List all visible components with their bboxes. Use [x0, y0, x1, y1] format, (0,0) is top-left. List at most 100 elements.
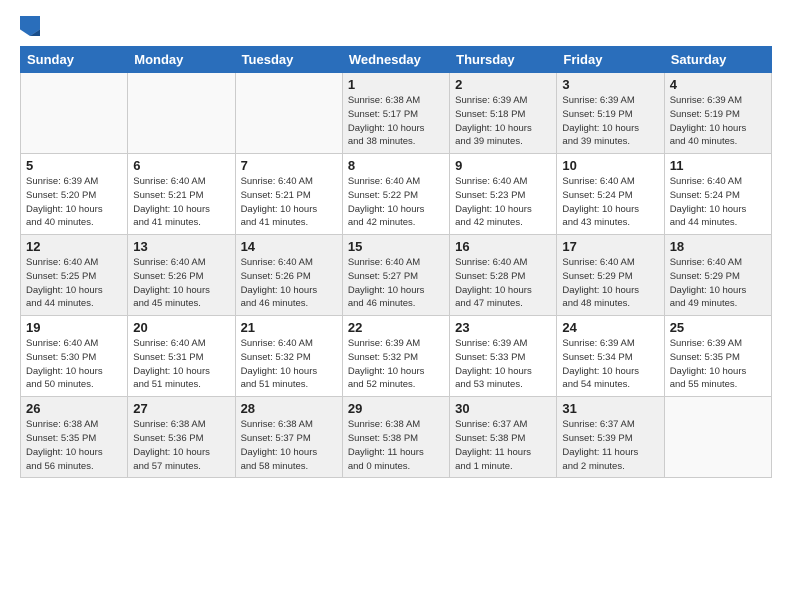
calendar-cell: 26 Sunrise: 6:38 AM Sunset: 5:35 PM Dayli… — [21, 397, 128, 478]
day-info: Sunrise: 6:38 AM Sunset: 5:36 PM Dayligh… — [133, 418, 229, 473]
calendar-cell: 15 Sunrise: 6:40 AM Sunset: 5:27 PM Dayli… — [342, 235, 449, 316]
day-info: Sunrise: 6:40 AM Sunset: 5:26 PM Dayligh… — [133, 256, 229, 311]
day-number: 2 — [455, 77, 551, 92]
calendar-cell — [664, 397, 771, 478]
day-number: 17 — [562, 239, 658, 254]
page: SundayMondayTuesdayWednesdayThursdayFrid… — [0, 0, 792, 612]
day-info: Sunrise: 6:40 AM Sunset: 5:30 PM Dayligh… — [26, 337, 122, 392]
day-info: Sunrise: 6:38 AM Sunset: 5:37 PM Dayligh… — [241, 418, 337, 473]
day-number: 13 — [133, 239, 229, 254]
day-number: 14 — [241, 239, 337, 254]
day-info: Sunrise: 6:37 AM Sunset: 5:39 PM Dayligh… — [562, 418, 658, 473]
calendar-cell: 30 Sunrise: 6:37 AM Sunset: 5:38 PM Dayli… — [450, 397, 557, 478]
calendar: SundayMondayTuesdayWednesdayThursdayFrid… — [20, 46, 772, 478]
calendar-header-sunday: Sunday — [21, 47, 128, 73]
day-number: 25 — [670, 320, 766, 335]
day-info: Sunrise: 6:39 AM Sunset: 5:18 PM Dayligh… — [455, 94, 551, 149]
day-info: Sunrise: 6:40 AM Sunset: 5:25 PM Dayligh… — [26, 256, 122, 311]
day-number: 31 — [562, 401, 658, 416]
day-number: 26 — [26, 401, 122, 416]
day-info: Sunrise: 6:39 AM Sunset: 5:32 PM Dayligh… — [348, 337, 444, 392]
calendar-cell: 3 Sunrise: 6:39 AM Sunset: 5:19 PM Daylig… — [557, 73, 664, 154]
day-number: 12 — [26, 239, 122, 254]
calendar-cell: 25 Sunrise: 6:39 AM Sunset: 5:35 PM Dayli… — [664, 316, 771, 397]
day-number: 29 — [348, 401, 444, 416]
calendar-cell: 23Sunrise: 6:39 AM Sunset: 5:33 PM Dayli… — [450, 316, 557, 397]
calendar-header-friday: Friday — [557, 47, 664, 73]
day-info: Sunrise: 6:39 AM Sunset: 5:19 PM Dayligh… — [562, 94, 658, 149]
day-number: 4 — [670, 77, 766, 92]
calendar-cell — [235, 73, 342, 154]
calendar-cell: 13 Sunrise: 6:40 AM Sunset: 5:26 PM Dayli… — [128, 235, 235, 316]
day-info: Sunrise: 6:40 AM Sunset: 5:29 PM Dayligh… — [670, 256, 766, 311]
logo — [20, 16, 42, 36]
day-number: 15 — [348, 239, 444, 254]
calendar-week-3: 12 Sunrise: 6:40 AM Sunset: 5:25 PM Dayli… — [21, 235, 772, 316]
day-info: Sunrise: 6:37 AM Sunset: 5:38 PM Dayligh… — [455, 418, 551, 473]
calendar-header-wednesday: Wednesday — [342, 47, 449, 73]
calendar-header-tuesday: Tuesday — [235, 47, 342, 73]
day-info: Sunrise: 6:40 AM Sunset: 5:28 PM Dayligh… — [455, 256, 551, 311]
day-info: Sunrise: 6:38 AM Sunset: 5:35 PM Dayligh… — [26, 418, 122, 473]
day-number: 22 — [348, 320, 444, 335]
calendar-cell — [128, 73, 235, 154]
calendar-week-4: 19 Sunrise: 6:40 AM Sunset: 5:30 PM Dayli… — [21, 316, 772, 397]
calendar-cell — [21, 73, 128, 154]
day-info: Sunrise: 6:39 AM Sunset: 5:19 PM Dayligh… — [670, 94, 766, 149]
calendar-week-2: 5 Sunrise: 6:39 AM Sunset: 5:20 PM Daylig… — [21, 154, 772, 235]
day-info: Sunrise: 6:40 AM Sunset: 5:21 PM Dayligh… — [241, 175, 337, 230]
day-info: Sunrise: 6:40 AM Sunset: 5:26 PM Dayligh… — [241, 256, 337, 311]
day-number: 11 — [670, 158, 766, 173]
day-info: Sunrise: 6:40 AM Sunset: 5:24 PM Dayligh… — [670, 175, 766, 230]
day-info: Sunrise: 6:40 AM Sunset: 5:23 PM Dayligh… — [455, 175, 551, 230]
day-info: Sunrise: 6:40 AM Sunset: 5:22 PM Dayligh… — [348, 175, 444, 230]
day-info: Sunrise: 6:40 AM Sunset: 5:24 PM Dayligh… — [562, 175, 658, 230]
calendar-cell: 17 Sunrise: 6:40 AM Sunset: 5:29 PM Dayli… — [557, 235, 664, 316]
day-info: Sunrise: 6:39 AM Sunset: 5:33 PM Dayligh… — [455, 337, 551, 392]
calendar-cell: 16 Sunrise: 6:40 AM Sunset: 5:28 PM Dayli… — [450, 235, 557, 316]
calendar-cell: 27Sunrise: 6:38 AM Sunset: 5:36 PM Dayli… — [128, 397, 235, 478]
day-info: Sunrise: 6:39 AM Sunset: 5:20 PM Dayligh… — [26, 175, 122, 230]
day-number: 7 — [241, 158, 337, 173]
day-number: 28 — [241, 401, 337, 416]
calendar-cell: 10 Sunrise: 6:40 AM Sunset: 5:24 PM Dayli… — [557, 154, 664, 235]
calendar-cell: 9 Sunrise: 6:40 AM Sunset: 5:23 PM Daylig… — [450, 154, 557, 235]
calendar-cell: 7 Sunrise: 6:40 AM Sunset: 5:21 PM Daylig… — [235, 154, 342, 235]
day-number: 3 — [562, 77, 658, 92]
day-info: Sunrise: 6:40 AM Sunset: 5:27 PM Dayligh… — [348, 256, 444, 311]
calendar-cell: 5 Sunrise: 6:39 AM Sunset: 5:20 PM Daylig… — [21, 154, 128, 235]
calendar-cell: 29 Sunrise: 6:38 AM Sunset: 5:38 PM Dayli… — [342, 397, 449, 478]
day-number: 6 — [133, 158, 229, 173]
day-number: 5 — [26, 158, 122, 173]
calendar-cell: 12 Sunrise: 6:40 AM Sunset: 5:25 PM Dayli… — [21, 235, 128, 316]
calendar-header-saturday: Saturday — [664, 47, 771, 73]
calendar-cell: 14 Sunrise: 6:40 AM Sunset: 5:26 PM Dayli… — [235, 235, 342, 316]
calendar-week-5: 26 Sunrise: 6:38 AM Sunset: 5:35 PM Dayli… — [21, 397, 772, 478]
calendar-cell: 19 Sunrise: 6:40 AM Sunset: 5:30 PM Dayli… — [21, 316, 128, 397]
calendar-header-row: SundayMondayTuesdayWednesdayThursdayFrid… — [21, 47, 772, 73]
day-number: 16 — [455, 239, 551, 254]
calendar-cell: 1 Sunrise: 6:38 AM Sunset: 5:17 PM Daylig… — [342, 73, 449, 154]
day-number: 10 — [562, 158, 658, 173]
header — [20, 16, 772, 36]
day-number: 19 — [26, 320, 122, 335]
day-info: Sunrise: 6:40 AM Sunset: 5:21 PM Dayligh… — [133, 175, 229, 230]
day-number: 30 — [455, 401, 551, 416]
calendar-cell: 24Sunrise: 6:39 AM Sunset: 5:34 PM Dayli… — [557, 316, 664, 397]
day-number: 8 — [348, 158, 444, 173]
day-number: 21 — [241, 320, 337, 335]
calendar-cell: 2 Sunrise: 6:39 AM Sunset: 5:18 PM Daylig… — [450, 73, 557, 154]
day-number: 24 — [562, 320, 658, 335]
day-info: Sunrise: 6:38 AM Sunset: 5:17 PM Dayligh… — [348, 94, 444, 149]
calendar-cell: 31 Sunrise: 6:37 AM Sunset: 5:39 PM Dayli… — [557, 397, 664, 478]
day-number: 1 — [348, 77, 444, 92]
logo-icon — [20, 16, 40, 36]
calendar-cell: 28 Sunrise: 6:38 AM Sunset: 5:37 PM Dayli… — [235, 397, 342, 478]
day-info: Sunrise: 6:40 AM Sunset: 5:29 PM Dayligh… — [562, 256, 658, 311]
calendar-cell: 6 Sunrise: 6:40 AM Sunset: 5:21 PM Daylig… — [128, 154, 235, 235]
day-info: Sunrise: 6:38 AM Sunset: 5:38 PM Dayligh… — [348, 418, 444, 473]
day-number: 9 — [455, 158, 551, 173]
day-info: Sunrise: 6:40 AM Sunset: 5:32 PM Dayligh… — [241, 337, 337, 392]
day-number: 18 — [670, 239, 766, 254]
day-info: Sunrise: 6:39 AM Sunset: 5:35 PM Dayligh… — [670, 337, 766, 392]
